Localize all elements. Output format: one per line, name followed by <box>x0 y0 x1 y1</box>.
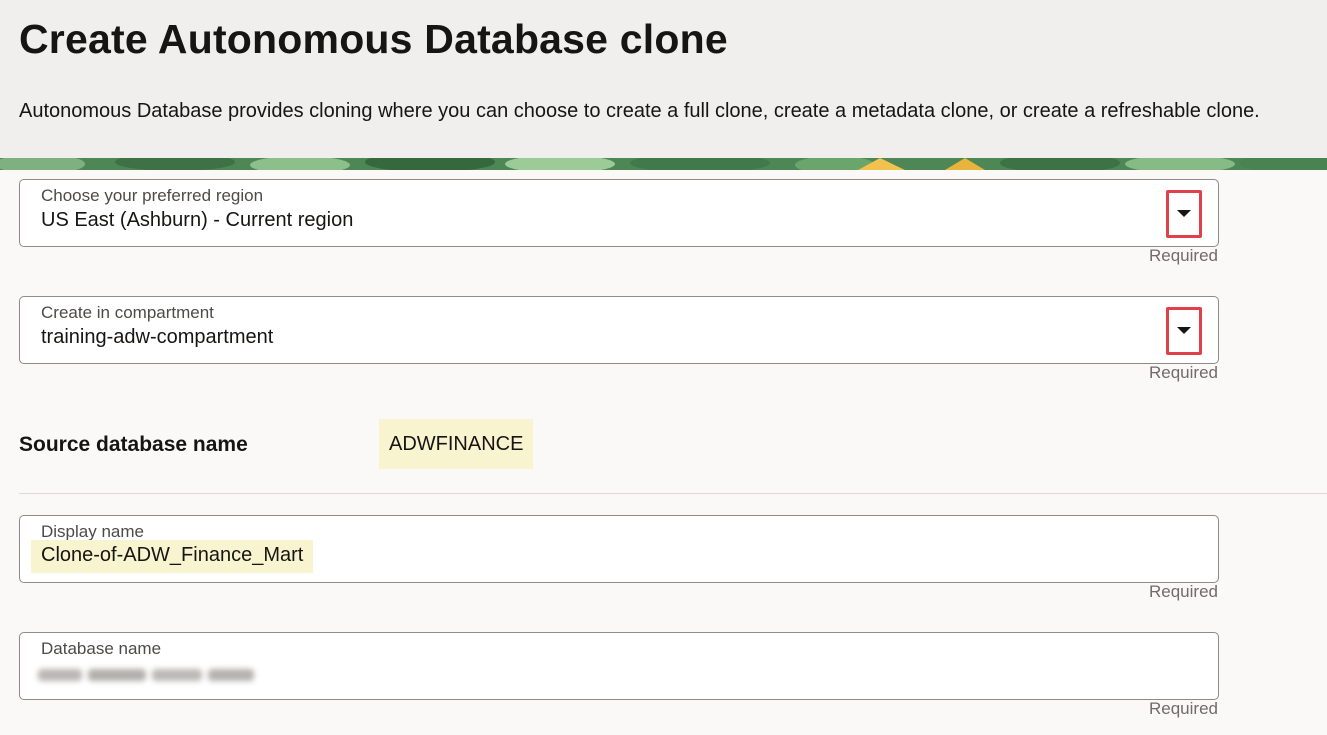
display-name-field[interactable]: Display name Clone-of-ADW_Finance_Mart <box>19 515 1219 583</box>
page-description: Autonomous Database provides cloning whe… <box>19 100 1260 122</box>
region-select[interactable]: Choose your preferred region US East (As… <box>19 179 1219 247</box>
caret-down-icon <box>1177 327 1191 334</box>
region-dropdown-button[interactable] <box>1166 190 1202 238</box>
region-label: Choose your preferred region <box>41 186 264 205</box>
region-value: US East (Ashburn) - Current region <box>41 209 354 231</box>
display-name-required-hint: Required <box>1149 582 1218 601</box>
caret-down-icon <box>1177 210 1191 217</box>
database-name-label: Database name <box>41 639 162 658</box>
compartment-select[interactable]: Create in compartment training-adw-compa… <box>19 296 1219 364</box>
redacted-database-name <box>38 663 256 687</box>
display-name-value[interactable]: Clone-of-ADW_Finance_Mart <box>31 540 314 573</box>
source-database-value: ADWFINANCE <box>379 419 534 469</box>
compartment-dropdown-button[interactable] <box>1166 307 1202 355</box>
source-database-label: Source database name <box>19 433 248 456</box>
region-required-hint: Required <box>1149 246 1218 265</box>
compartment-label: Create in compartment <box>41 303 214 322</box>
page-title: Create Autonomous Database clone <box>19 16 728 62</box>
compartment-required-hint: Required <box>1149 363 1218 382</box>
page-header: Create Autonomous Database clone Autonom… <box>0 0 1327 158</box>
compartment-value: training-adw-compartment <box>41 326 274 348</box>
database-name-required-hint: Required <box>1149 699 1218 718</box>
section-divider <box>19 493 1327 494</box>
display-name-label: Display name <box>41 522 144 541</box>
database-name-field[interactable]: Database name <box>19 632 1219 700</box>
decorative-banner <box>0 158 1327 170</box>
